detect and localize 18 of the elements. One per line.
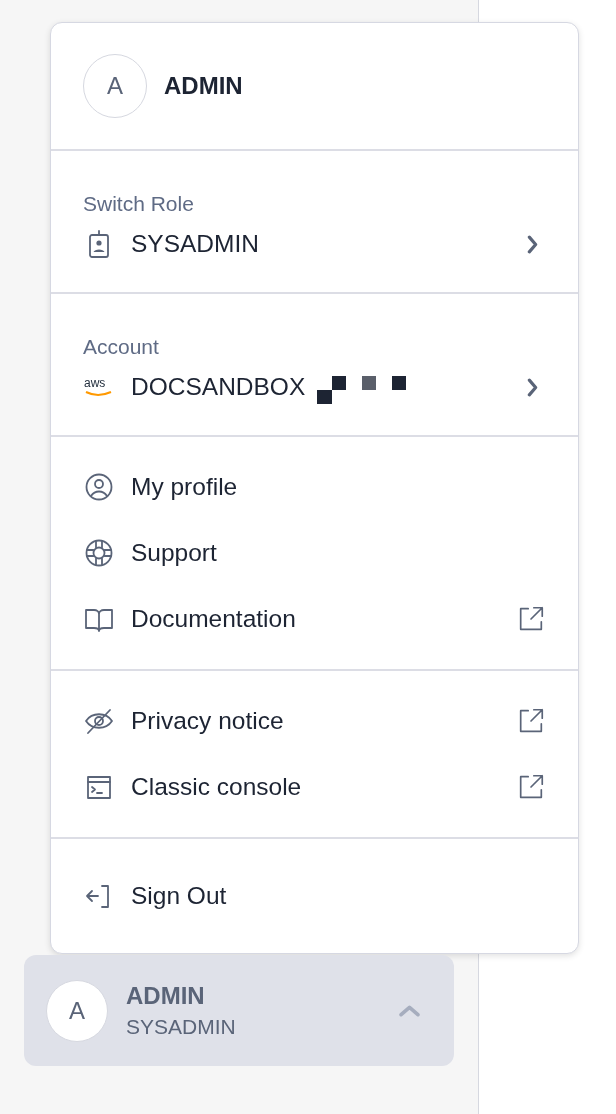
user-menu-button[interactable]: A ADMIN SYSADMIN <box>24 955 454 1066</box>
chevron-right-icon <box>527 377 538 397</box>
user-name: ADMIN <box>164 71 243 101</box>
menu-item[interactable]: SYSADMIN <box>51 214 578 274</box>
menu-item[interactable]: Documentation <box>51 586 578 652</box>
menu-item[interactable]: Sign Out <box>51 863 578 929</box>
chevron-right-icon <box>527 234 538 254</box>
lifebuoy-icon <box>83 537 115 569</box>
section-label: Switch Role <box>82 193 195 214</box>
menu-item[interactable]: Support <box>51 520 578 586</box>
avatar: A <box>83 54 147 118</box>
user-circle-icon <box>83 471 115 503</box>
menu-item[interactable]: Classic console <box>51 754 578 820</box>
menu-item[interactable]: My profile <box>51 454 578 520</box>
menu-item[interactable]: Privacy notice <box>51 688 578 754</box>
chevron-up-icon <box>399 1004 420 1017</box>
section-label: Account <box>82 336 160 357</box>
menu-item[interactable]: aws DOCSANDBOX <box>51 357 578 417</box>
